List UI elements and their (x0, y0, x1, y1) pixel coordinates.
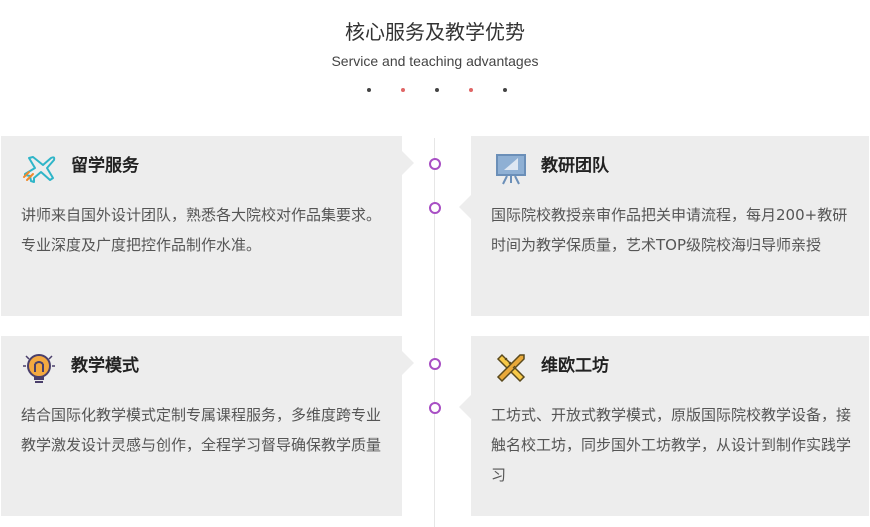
timeline-dot (429, 402, 441, 414)
section-title: 核心服务及教学优势 (345, 20, 525, 44)
card-notch (402, 351, 414, 375)
card-description: 结合国际化教学模式定制专属课程服务，多维度跨专业教学激发设计灵感与创作，全程学习… (21, 406, 382, 454)
dot (503, 88, 507, 92)
timeline-line (434, 138, 435, 527)
card-title: 教研团队 (541, 156, 609, 176)
dot (367, 88, 371, 92)
card-title: 维欧工坊 (541, 356, 609, 376)
presentation-board-icon (493, 150, 529, 186)
card-description: 讲师来自国外设计团队，熟悉各大院校对作品集要求。专业深度及广度把控作品制作水准。 (21, 206, 382, 254)
timeline-dot (429, 358, 441, 370)
card-title: 教学模式 (71, 356, 139, 376)
card-title: 留学服务 (71, 156, 139, 176)
card-study-abroad-service: 留学服务 讲师来自国外设计团队，熟悉各大院校对作品集要求。专业深度及广度把控作品… (1, 136, 414, 316)
dot (435, 88, 439, 92)
card-description: 工坊式、开放式教学模式，原版国际院校教学设备，接触名校工坊，同步国外工坊教学，从… (491, 406, 852, 484)
dot (469, 88, 473, 92)
card-description: 国际院校教授亲审作品把关申请流程，每月200+教研时间为教学保质量，艺术TOP级… (491, 206, 848, 254)
timeline-dot (429, 202, 441, 214)
card-notch (459, 195, 471, 219)
decorative-dots (0, 88, 870, 96)
tools-icon (493, 350, 529, 386)
timeline-dot (429, 158, 441, 170)
card-teaching-mode: 教学模式 结合国际化教学模式定制专属课程服务，多维度跨专业教学激发设计灵感与创作… (1, 336, 414, 516)
airplane-icon (21, 150, 57, 186)
lightbulb-icon (21, 350, 57, 386)
dot (401, 88, 405, 92)
section-subtitle: Service and teaching advantages (331, 53, 539, 69)
card-notch (402, 151, 414, 175)
card-workshop: 维欧工坊 工坊式、开放式教学模式，原版国际院校教学设备，接触名校工坊，同步国外工… (459, 336, 869, 516)
card-research-team: 教研团队 国际院校教授亲审作品把关申请流程，每月200+教研时间为教学保质量，艺… (459, 136, 869, 316)
card-notch (459, 395, 471, 419)
